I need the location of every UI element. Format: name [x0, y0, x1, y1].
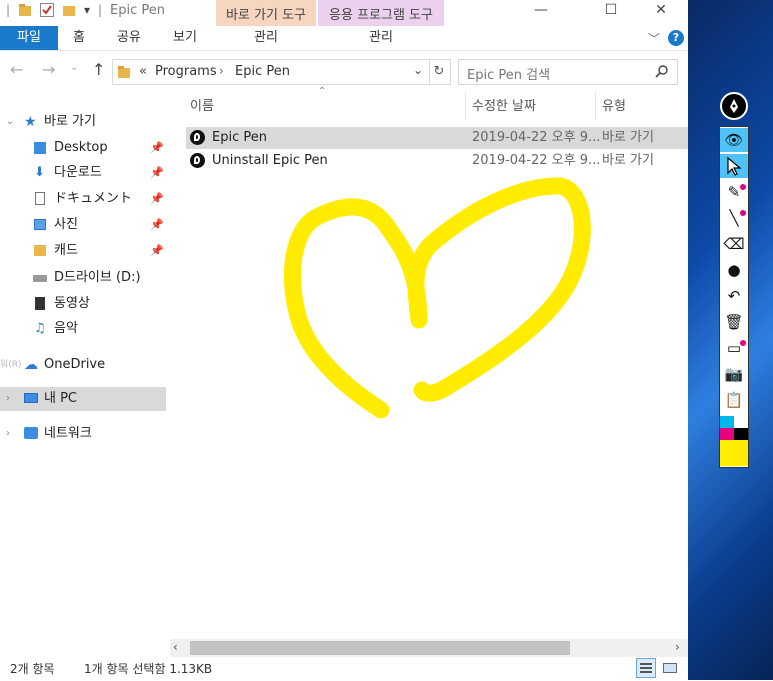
trash-icon[interactable]: 🗑: [720, 310, 748, 334]
pen-icon[interactable]: ✎: [720, 180, 748, 204]
color-swatch-yellow[interactable]: [720, 440, 734, 466]
color-palette[interactable]: [720, 416, 748, 466]
scroll-left-icon[interactable]: ‹: [173, 640, 178, 654]
color-swatch-white[interactable]: [734, 416, 748, 428]
cursor-icon[interactable]: [720, 154, 748, 178]
heart-drawing: [284, 177, 591, 419]
eraser-icon[interactable]: ⌫: [720, 232, 748, 256]
large-icons-view-icon[interactable]: [662, 660, 678, 676]
color-swatch-magenta[interactable]: [720, 428, 734, 440]
status-selection: 1개 항목 선택함 1.13KB: [84, 662, 213, 676]
color-swatch-cyan[interactable]: [720, 416, 734, 428]
whiteboard-icon[interactable]: ▭: [720, 336, 748, 360]
status-item-count: 2개 항목: [10, 662, 55, 676]
color-swatch-black[interactable]: [734, 428, 748, 440]
camera-icon[interactable]: 📷: [720, 362, 748, 386]
highlighter-icon[interactable]: ╲: [720, 206, 748, 230]
color-swatch-yellow-selected[interactable]: [734, 440, 748, 466]
clipboard-icon[interactable]: 📋: [720, 388, 748, 412]
scrollbar-thumb[interactable]: [190, 641, 570, 655]
eye-icon[interactable]: 👁: [720, 128, 748, 152]
details-view-icon[interactable]: [636, 658, 656, 678]
heart-stroke: [284, 177, 591, 419]
dot-icon[interactable]: ●: [720, 258, 748, 282]
epic-pen-logo-icon[interactable]: [720, 92, 748, 120]
scroll-right-icon[interactable]: ›: [675, 640, 680, 654]
undo-icon[interactable]: ↶: [720, 284, 748, 308]
